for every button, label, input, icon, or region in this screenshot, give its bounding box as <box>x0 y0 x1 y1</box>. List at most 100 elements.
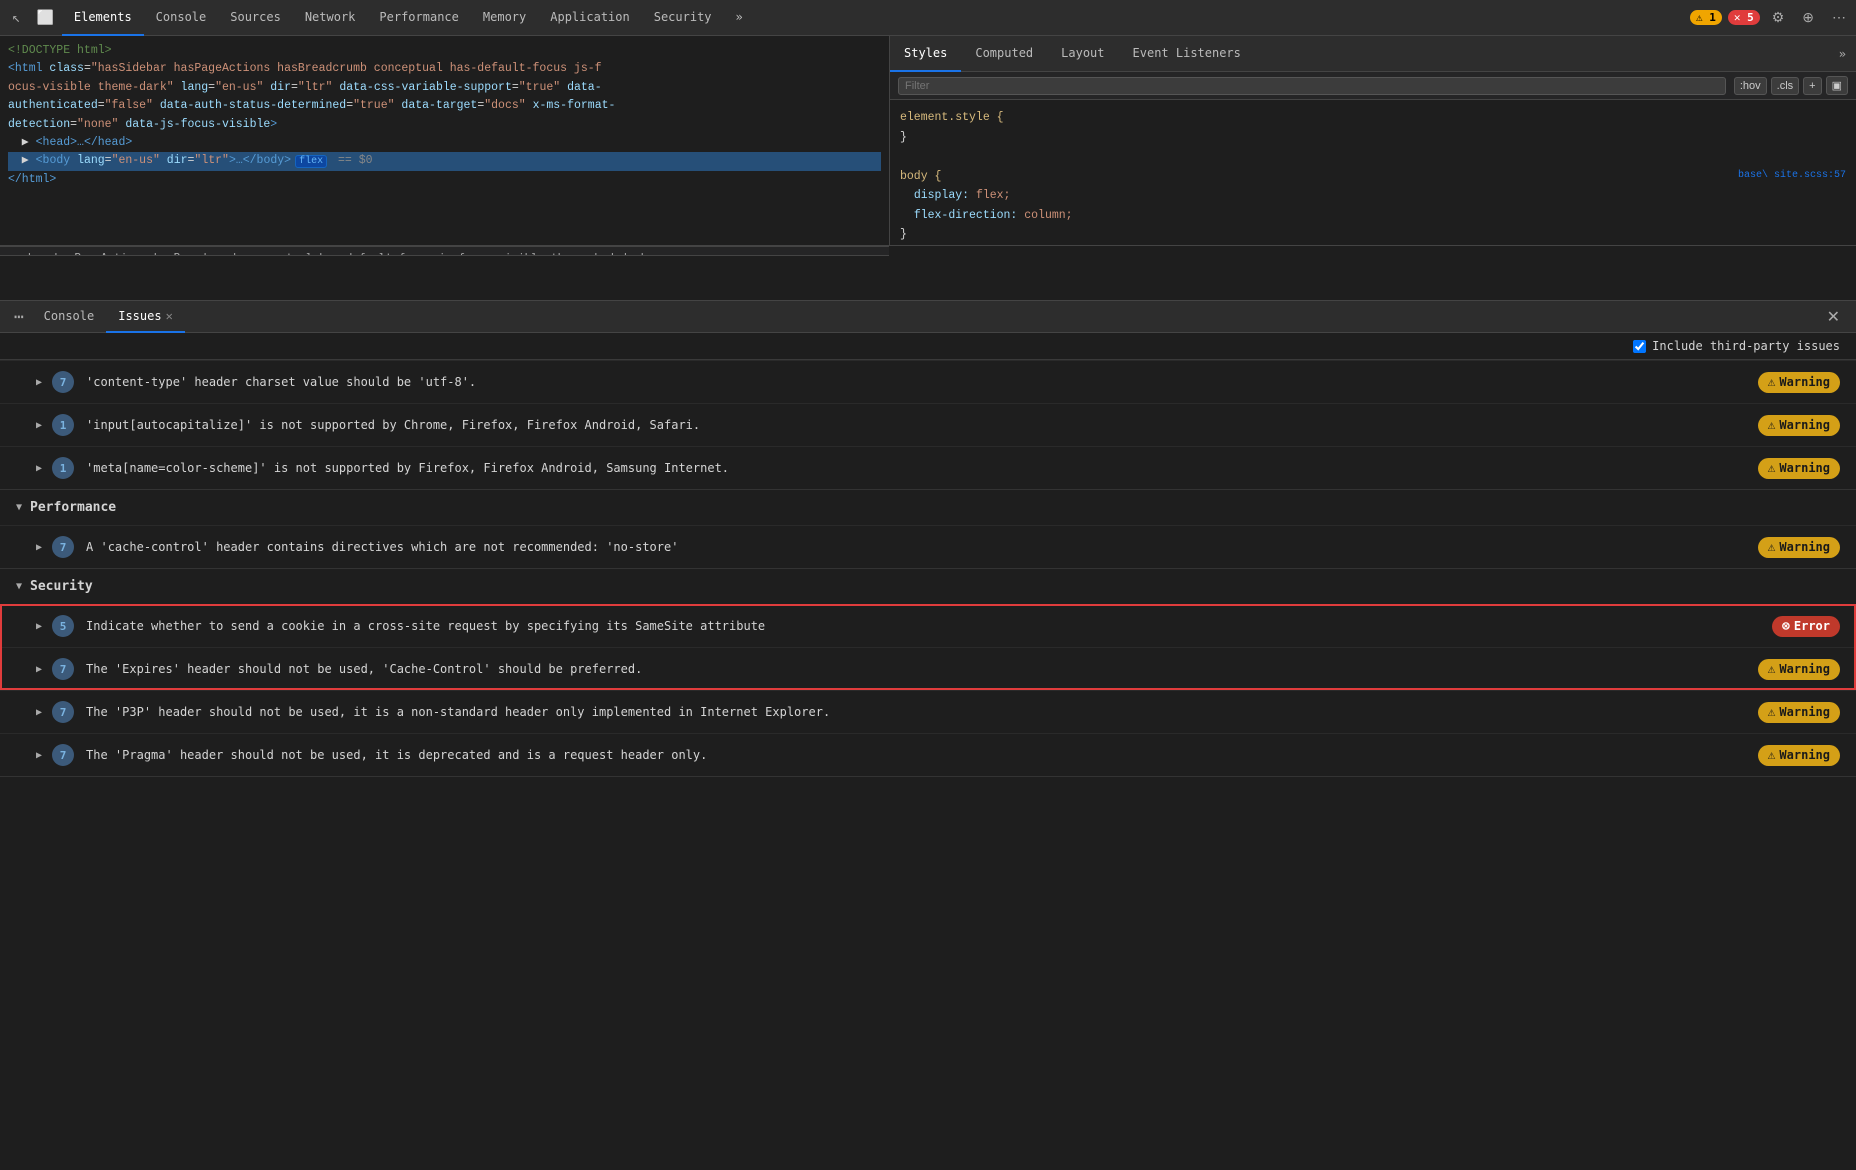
tab-memory[interactable]: Memory <box>471 0 538 36</box>
issue-row-autocapitalize[interactable]: ▶ 1 'input[autocapitalize]' is not suppo… <box>0 403 1856 446</box>
bottom-panel: ⋯ Console Issues ✕ ✕ Include third-party… <box>0 300 1856 1170</box>
html-line-3: ocus-visible theme-dark" lang="en-us" di… <box>8 79 881 97</box>
expand-icon-7[interactable]: ▶ <box>36 707 42 718</box>
styles-tabs: Styles Computed Layout Event Listeners » <box>890 36 1856 72</box>
issue-count-6: 7 <box>52 658 74 680</box>
warning-icon-1: ⚠ <box>1768 375 1776 390</box>
issue-row-pragma[interactable]: ▶ 7 The 'Pragma' header should not be us… <box>0 733 1856 776</box>
close-issues-tab[interactable]: ✕ <box>166 309 173 323</box>
tab-issues[interactable]: Issues ✕ <box>106 301 185 333</box>
security-category-label: Security <box>30 579 93 594</box>
toggle-style-button[interactable]: ▣ <box>1826 76 1848 95</box>
hov-button[interactable]: :hov <box>1734 77 1767 95</box>
issue-row-color-scheme[interactable]: ▶ 1 'meta[name=color-scheme]' is not sup… <box>0 446 1856 489</box>
tab-performance[interactable]: Performance <box>367 0 470 36</box>
warning-icon-7: ⚠ <box>1768 748 1776 763</box>
expand-icon-2[interactable]: ▶ <box>36 420 42 431</box>
issue-text-4: A 'cache-control' header contains direct… <box>86 540 1758 554</box>
issue-count-8: 7 <box>52 744 74 766</box>
bottom-tabs: ⋯ Console Issues ✕ ✕ <box>0 301 1856 333</box>
elements-panel: <!DOCTYPE html> <html class="hasSidebar … <box>0 36 890 245</box>
breadcrumb-text: bar.hasPageActions.hasBreadcrumb.concept… <box>28 251 651 256</box>
tab-application[interactable]: Application <box>538 0 641 36</box>
issue-text-1: 'content-type' header charset value shou… <box>86 375 1758 389</box>
more-options-button[interactable]: ⋯ <box>1826 5 1852 30</box>
cls-button[interactable]: .cls <box>1771 77 1800 95</box>
issue-badge-5: ⊗ Error <box>1772 616 1840 637</box>
expand-icon-8[interactable]: ▶ <box>36 750 42 761</box>
issue-row-samesite[interactable]: ▶ 5 Indicate whether to send a cookie in… <box>0 604 1856 647</box>
tab-sources[interactable]: Sources <box>218 0 293 36</box>
warning-badge: ⚠ 1 <box>1690 10 1722 25</box>
bottom-more-tabs[interactable]: ⋯ <box>6 307 32 326</box>
issue-count-7: 7 <box>52 701 74 723</box>
issue-text-2: 'input[autocapitalize]' is not supported… <box>86 418 1758 432</box>
include-third-party-label[interactable]: Include third-party issues <box>1633 339 1840 353</box>
issue-badge-6: ⚠ Warning <box>1758 659 1840 680</box>
devtools-tab-bar: ↖ ⬜ Elements Console Sources Network Per… <box>0 0 1856 36</box>
issue-badge-4: ⚠ Warning <box>1758 537 1840 558</box>
expand-icon[interactable]: ▶ <box>36 377 42 388</box>
issue-text-3: 'meta[name=color-scheme]' is not support… <box>86 461 1758 475</box>
more-tabs-button[interactable]: » <box>724 0 755 36</box>
security-category-header[interactable]: ▼ Security <box>0 569 1856 604</box>
html-line-2: <html class="hasSidebar hasPageActions h… <box>8 60 881 78</box>
performance-category-header[interactable]: ▼ Performance <box>0 490 1856 525</box>
issue-count-1: 7 <box>52 371 74 393</box>
tab-layout[interactable]: Layout <box>1047 36 1118 72</box>
expand-icon-3[interactable]: ▶ <box>36 463 42 474</box>
tab-console[interactable]: Console <box>144 0 219 36</box>
tab-styles[interactable]: Styles <box>890 36 961 72</box>
issues-toolbar: Include third-party issues <box>0 333 1856 360</box>
issue-text-5: Indicate whether to send a cookie in a c… <box>86 619 1772 633</box>
html-line-4: authenticated="false" data-auth-status-d… <box>8 97 881 115</box>
elements-content[interactable]: <!DOCTYPE html> <html class="hasSidebar … <box>0 36 889 246</box>
include-third-party-checkbox[interactable] <box>1633 340 1646 353</box>
tab-event-listeners[interactable]: Event Listeners <box>1119 36 1255 72</box>
expand-icon-5[interactable]: ▶ <box>36 621 42 632</box>
issue-count-4: 7 <box>52 536 74 558</box>
styles-more-tabs[interactable]: » <box>1829 47 1856 61</box>
issue-row-content-type[interactable]: ▶ 7 'content-type' header charset value … <box>0 360 1856 403</box>
issue-row-cache-control[interactable]: ▶ 7 A 'cache-control' header contains di… <box>0 525 1856 568</box>
style-rule-element: element.style { } <box>900 108 1846 147</box>
highlighted-issues-section: ▶ 5 Indicate whether to send a cookie in… <box>0 604 1856 690</box>
tab-security[interactable]: Security <box>642 0 724 36</box>
add-style-button[interactable]: + <box>1803 77 1821 95</box>
style-source-link[interactable]: base\ site.scss:57 <box>1738 167 1846 184</box>
issue-badge-2: ⚠ Warning <box>1758 415 1840 436</box>
issue-badge-1: ⚠ Warning <box>1758 372 1840 393</box>
profile-button[interactable]: ⊕ <box>1796 5 1820 30</box>
warning-icon-2: ⚠ <box>1768 418 1776 433</box>
breadcrumb: … bar.hasPageActions.hasBreadcrumb.conce… <box>0 246 889 256</box>
issue-category-uncategorized: ▶ 7 'content-type' header charset value … <box>0 360 1856 490</box>
error-icon-1: ⊗ <box>1782 619 1790 634</box>
close-panel-button[interactable]: ✕ <box>1817 307 1850 327</box>
issue-count-3: 1 <box>52 457 74 479</box>
settings-button[interactable]: ⚙ <box>1766 5 1791 30</box>
expand-icon-4[interactable]: ▶ <box>36 542 42 553</box>
performance-chevron: ▼ <box>16 502 22 513</box>
issue-text-7: The 'P3P' header should not be used, it … <box>86 705 1758 719</box>
tab-network[interactable]: Network <box>293 0 368 36</box>
issue-category-security: ▼ Security ▶ 5 Indicate whether to send … <box>0 569 1856 777</box>
expand-icon-6[interactable]: ▶ <box>36 664 42 675</box>
issue-category-performance: ▼ Performance ▶ 7 A 'cache-control' head… <box>0 490 1856 569</box>
cursor-icon[interactable]: ↖ <box>4 10 28 26</box>
tab-computed[interactable]: Computed <box>961 36 1047 72</box>
warning-icon-3: ⚠ <box>1768 461 1776 476</box>
issue-row-expires[interactable]: ▶ 7 The 'Expires' header should not be u… <box>0 647 1856 690</box>
styles-filter-buttons: :hov .cls + ▣ <box>1734 76 1848 95</box>
warning-icon-4: ⚠ <box>1768 540 1776 555</box>
performance-category-label: Performance <box>30 500 116 515</box>
warning-icon-5: ⚠ <box>1768 662 1776 677</box>
warning-icon-6: ⚠ <box>1768 705 1776 720</box>
issue-row-p3p[interactable]: ▶ 7 The 'P3P' header should not be used,… <box>0 690 1856 733</box>
tab-console-bottom[interactable]: Console <box>32 301 107 333</box>
html-line-html-close: </html> <box>8 171 881 189</box>
tab-elements[interactable]: Elements <box>62 0 144 36</box>
styles-filter-input[interactable] <box>898 77 1726 95</box>
inspect-icon[interactable]: ⬜ <box>28 10 61 26</box>
issue-badge-3: ⚠ Warning <box>1758 458 1840 479</box>
security-chevron: ▼ <box>16 581 22 592</box>
